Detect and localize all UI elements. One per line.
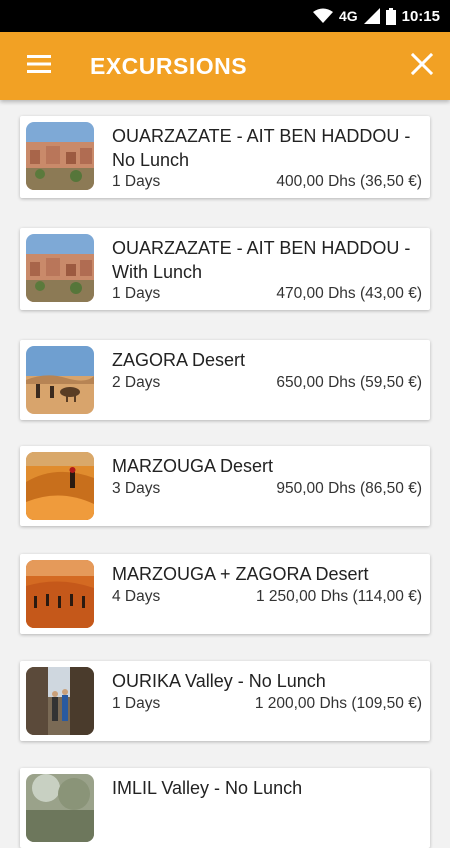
- excursion-name: OUARZAZATE - AIT BEN HADDOU - With Lunch: [112, 238, 411, 282]
- page-title: EXCURSIONS: [90, 52, 248, 79]
- excursion-duration: 3 Days: [112, 480, 161, 497]
- wifi-icon: [312, 8, 333, 24]
- excursion-card[interactable]: OUARZAZATE - AIT BEN HADDOU - With Lunch…: [20, 228, 430, 310]
- camel-desert-thumbnail: [26, 346, 94, 414]
- close-button[interactable]: [394, 32, 450, 100]
- excursion-price: 1 250,00 Dhs (114,00 €): [255, 588, 422, 605]
- excursion-name: OUARZAZATE - AIT BEN HADDOU - No Lunch: [112, 126, 411, 170]
- excursion-price: 1 200,00 Dhs (109,50 €): [254, 695, 422, 712]
- excursion-name: IMLIL Valley - No Lunch: [112, 778, 303, 798]
- dunes-thumbnail: [26, 452, 94, 520]
- excursion-price: 400,00 Dhs (36,50 €): [276, 173, 422, 190]
- excursion-price: 650,00 Dhs (59,50 €): [276, 374, 422, 391]
- close-icon: [410, 52, 434, 80]
- excursion-price: 470,00 Dhs (43,00 €): [276, 285, 422, 302]
- mountain-thumbnail: [26, 774, 94, 842]
- excursion-duration: 1 Days: [112, 695, 161, 712]
- excursion-duration: 2 Days: [112, 374, 161, 391]
- excursion-card[interactable]: IMLIL Valley - No Lunch: [20, 768, 430, 848]
- battery-icon: [385, 7, 396, 25]
- city-thumbnail: [26, 234, 94, 302]
- app-bar: EXCURSIONS: [0, 32, 450, 100]
- signal-icon: [363, 8, 380, 24]
- hamburger-menu-icon: [27, 54, 51, 78]
- excursion-name: OURIKA Valley - No Lunch: [112, 671, 326, 691]
- excursion-duration: 4 Days: [112, 588, 161, 605]
- excursion-name: ZAGORA Desert: [112, 350, 246, 370]
- camel-caravan-thumbnail: [26, 560, 94, 628]
- excursion-card[interactable]: OURIKA Valley - No Lunch 1 Days 1 200,00…: [20, 661, 430, 741]
- excursion-name: MARZOUGA + ZAGORA Desert: [112, 564, 369, 584]
- menu-button[interactable]: [0, 32, 78, 100]
- excursion-card[interactable]: OUARZAZATE - AIT BEN HADDOU - No Lunch 1…: [20, 116, 430, 198]
- city-thumbnail: [26, 122, 94, 190]
- excursion-name: MARZOUGA Desert: [112, 456, 274, 476]
- excursion-card[interactable]: MARZOUGA + ZAGORA Desert 4 Days 1 250,00…: [20, 554, 430, 634]
- excursion-card[interactable]: MARZOUGA Desert 3 Days 950,00 Dhs (86,50…: [20, 446, 430, 526]
- network-type: 4G: [338, 8, 358, 24]
- excursion-card[interactable]: ZAGORA Desert 2 Days 650,00 Dhs (59,50 €…: [20, 340, 430, 420]
- status-bar: 4G 10:15: [0, 0, 450, 32]
- clock: 10:15: [401, 7, 440, 25]
- valley-thumbnail: [26, 667, 94, 735]
- excursion-price: 950,00 Dhs (86,50 €): [276, 480, 422, 497]
- excursion-duration: 1 Days: [112, 173, 161, 190]
- excursion-duration: 1 Days: [112, 285, 161, 302]
